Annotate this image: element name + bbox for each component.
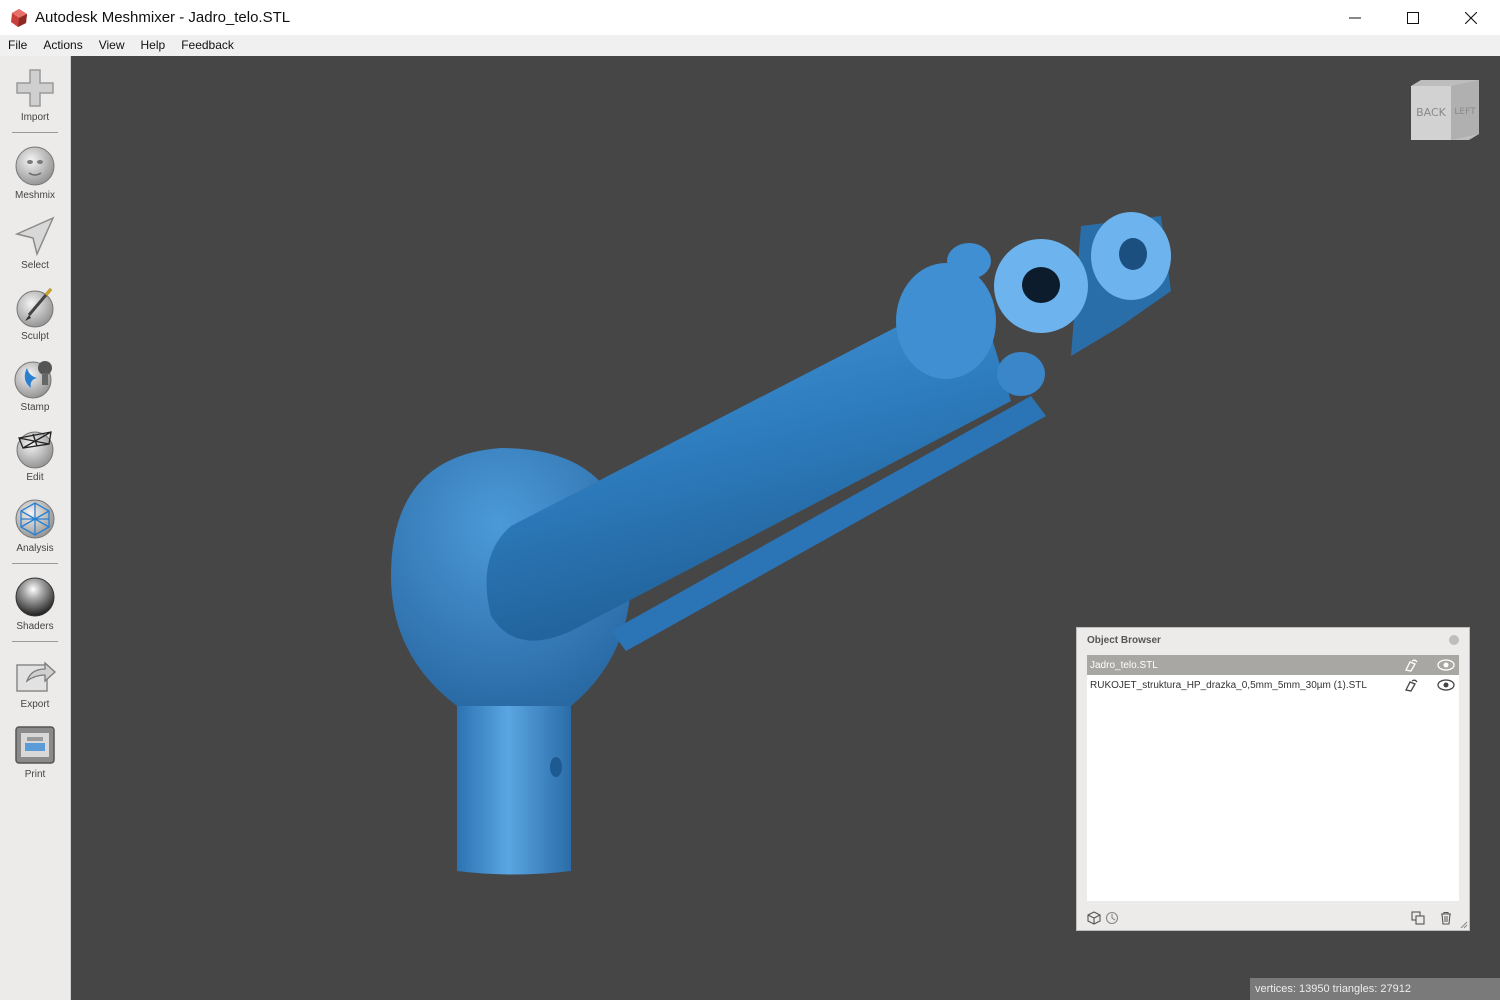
stamp-icon — [14, 361, 52, 399]
visibility-eye-icon[interactable] — [1437, 659, 1455, 671]
resize-grip-icon[interactable] — [1460, 921, 1468, 929]
maximize-icon — [1407, 11, 1419, 24]
viewcube-face-left: LEFT — [1454, 107, 1476, 117]
arrow-pointer-icon — [14, 216, 55, 257]
status-bar: vertices: 13950 triangles: 27912 — [1250, 978, 1500, 1000]
tool-label: Meshmix — [14, 190, 55, 201]
tool-sculpt[interactable]: Sculpt — [0, 285, 70, 351]
tool-label: Export — [20, 699, 50, 710]
trash-icon[interactable] — [1439, 911, 1453, 925]
tool-print[interactable]: Print — [0, 723, 70, 789]
view-cube[interactable]: BACK LEFT — [1409, 78, 1481, 151]
wireframe-sphere-icon — [16, 431, 54, 469]
menu-bar: File Actions View Help Feedback — [0, 35, 1500, 56]
object-name: RUKOJET_struktura_HP_drazka_0,5mm_5mm_30… — [1090, 679, 1367, 691]
menu-view[interactable]: View — [91, 35, 133, 56]
tool-label: Edit — [26, 472, 44, 483]
clock-icon[interactable] — [1105, 911, 1119, 925]
duplicate-icon[interactable] — [1411, 911, 1425, 925]
main-toolbar: Import Meshmix Select Sculpt Stamp Edit … — [0, 56, 71, 1000]
tool-shaders[interactable]: Shaders — [0, 575, 70, 641]
close-icon — [1465, 11, 1477, 24]
close-button[interactable] — [1442, 0, 1500, 35]
tool-label: Print — [24, 769, 46, 780]
menu-help[interactable]: Help — [133, 35, 174, 56]
title-bar: Autodesk Meshmixer - Jadro_telo.STL — [0, 0, 1500, 35]
panel-close-icon[interactable] — [1449, 635, 1459, 645]
object-row[interactable]: Jadro_telo.STL — [1087, 655, 1459, 675]
tool-label: Stamp — [20, 402, 50, 413]
tool-analysis[interactable]: Analysis — [0, 497, 70, 563]
object-name: Jadro_telo.STL — [1090, 659, 1158, 671]
bunny-sphere-icon — [15, 146, 55, 186]
tool-select[interactable]: Select — [0, 214, 70, 280]
menu-actions[interactable]: Actions — [35, 35, 90, 56]
minimize-icon — [1349, 17, 1361, 18]
tool-edit[interactable]: Edit — [0, 426, 70, 492]
maximize-button[interactable] — [1384, 0, 1442, 35]
mesh-sphere-icon — [15, 499, 55, 539]
shader-sphere-icon — [15, 577, 55, 617]
export-icon — [16, 661, 56, 692]
visibility-eye-icon[interactable] — [1437, 679, 1455, 691]
tool-stamp[interactable]: Stamp — [0, 356, 70, 422]
window-title: Autodesk Meshmixer - Jadro_telo.STL — [35, 9, 291, 26]
tool-meshmix[interactable]: Meshmix — [0, 144, 70, 210]
tool-label: Import — [20, 112, 50, 123]
object-row[interactable]: RUKOJET_struktura_HP_drazka_0,5mm_5mm_30… — [1087, 675, 1459, 695]
tool-label: Analysis — [16, 543, 54, 554]
transform-icon[interactable] — [1403, 678, 1419, 692]
object-list: Jadro_telo.STL RUKOJET_struktura_HP_draz… — [1087, 655, 1459, 901]
cube-icon[interactable] — [1087, 911, 1101, 925]
tool-import[interactable]: Import — [0, 66, 70, 132]
tool-export[interactable]: Export — [0, 653, 70, 719]
menu-file[interactable]: File — [0, 35, 35, 56]
tool-label: Select — [21, 260, 49, 271]
printer-icon — [15, 726, 55, 764]
menu-feedback[interactable]: Feedback — [173, 35, 242, 56]
transform-icon[interactable] — [1403, 658, 1419, 672]
object-browser-panel: Object Browser Jadro_telo.STL RUKOJET_st… — [1076, 627, 1470, 931]
plus-icon — [16, 69, 54, 107]
object-browser-title: Object Browser — [1087, 635, 1161, 646]
minimize-button[interactable] — [1326, 0, 1384, 35]
viewcube-face-back: BACK — [1416, 106, 1447, 119]
brush-icon — [16, 288, 54, 328]
meshmixer-logo-icon — [9, 8, 29, 28]
tool-label: Sculpt — [21, 331, 49, 342]
tool-label: Shaders — [16, 621, 54, 632]
